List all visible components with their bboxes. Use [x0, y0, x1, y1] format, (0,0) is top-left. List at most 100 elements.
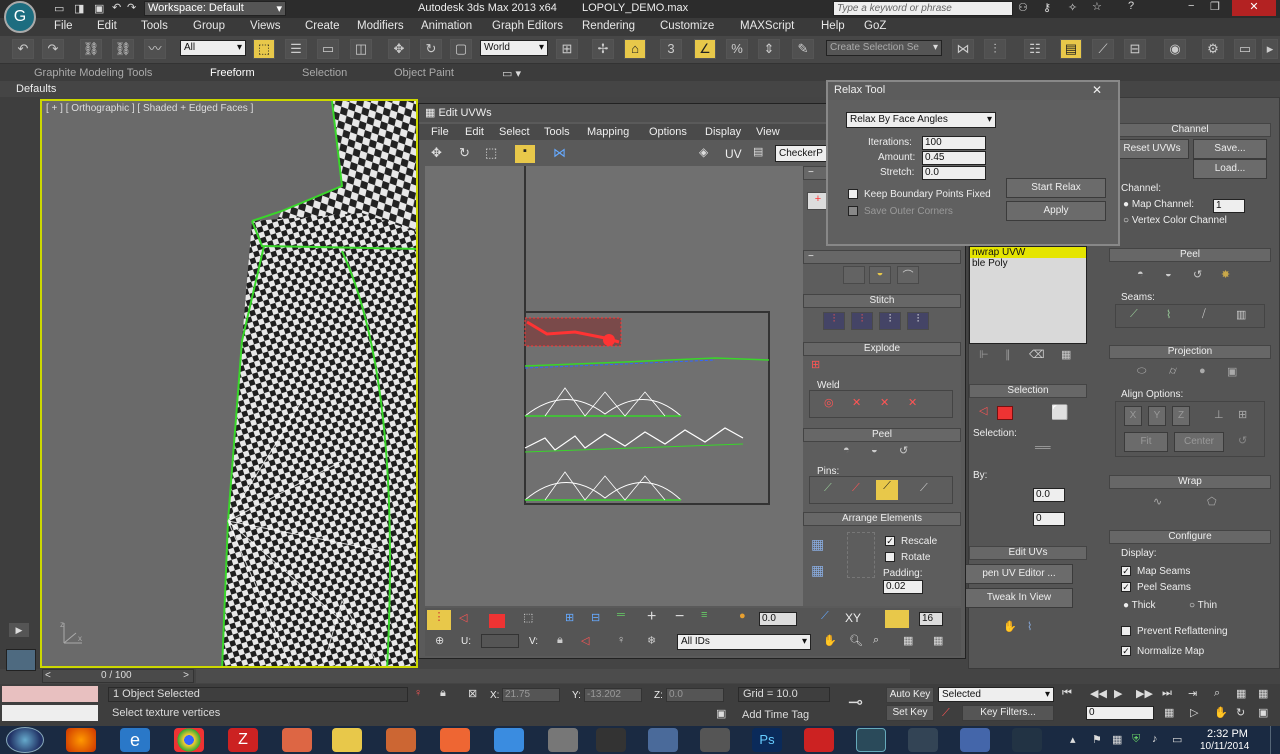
app-monitor-icon[interactable]	[648, 728, 678, 752]
id-filter-dropdown[interactable]: All IDs ▾	[677, 634, 811, 650]
uv-peel-header[interactable]: Peel	[803, 428, 961, 442]
keep-boundary-checkbox[interactable]	[848, 189, 858, 199]
explode-header[interactable]: Explode	[803, 342, 961, 356]
maxscript-mini-listener[interactable]	[2, 686, 98, 702]
break-icon[interactable]: ⊞	[811, 358, 820, 371]
pelt-map-icon[interactable]: ✸	[1221, 268, 1243, 286]
vertex-mode-icon[interactable]: ⋮	[427, 610, 451, 630]
app-orange-icon[interactable]	[440, 728, 470, 752]
uv-coord-label[interactable]: UV	[725, 147, 742, 161]
face-mode-icon[interactable]	[489, 614, 505, 628]
app-figure-icon[interactable]	[700, 728, 730, 752]
percent-snap-icon[interactable]: %	[726, 39, 748, 59]
remove-modifier-icon[interactable]: ⌫	[1029, 348, 1045, 361]
rotate-icon[interactable]: ↻	[420, 39, 442, 59]
stitch-custom-icon[interactable]: ⫶	[907, 312, 929, 330]
box-map-icon[interactable]: ▣	[1227, 365, 1237, 378]
angle-snap-icon[interactable]: ∠	[694, 39, 716, 59]
tray-battery-icon[interactable]: ▭	[1172, 733, 1182, 746]
bulb-icon[interactable]: ♀	[617, 634, 625, 646]
app-swirl-2-icon[interactable]	[908, 728, 938, 752]
stitch-to-source-icon[interactable]: ⫶	[879, 312, 901, 330]
menu-group[interactable]: Group	[193, 20, 225, 32]
show-desktop-button[interactable]	[1270, 726, 1280, 754]
uv-rotate-icon[interactable]: ↻	[459, 145, 470, 161]
peel-rollout-header[interactable]: Peel	[1109, 248, 1271, 262]
arrange-header[interactable]: Arrange Elements	[803, 512, 961, 526]
photoshop-icon[interactable]: Ps	[752, 728, 782, 752]
modifier-stack[interactable]: nwrap UVW ble Poly	[969, 246, 1087, 344]
save-corners-checkbox[interactable]	[848, 206, 858, 216]
3dsmax-taskbar-icon[interactable]	[856, 728, 886, 752]
center-button[interactable]: Center	[1174, 432, 1224, 452]
menu-animation[interactable]: Animation	[421, 20, 472, 32]
channel-rollout-header[interactable]: Channel	[1109, 123, 1271, 137]
cylindrical-map-icon[interactable]: ⌭	[1169, 365, 1177, 378]
prev-key-icon[interactable]: ◀◀	[1090, 687, 1107, 700]
pin-stack-icon[interactable]: ⊩	[979, 348, 989, 361]
uv-scale-icon[interactable]: ⬚	[485, 145, 497, 161]
padding-spinner[interactable]: 0.02	[883, 580, 923, 594]
play-viewport-icon[interactable]: ▶	[9, 623, 29, 637]
redo-icon[interactable]: ↷	[42, 39, 64, 59]
dropbox-icon[interactable]	[494, 728, 524, 752]
filezilla-icon[interactable]: Z	[228, 728, 258, 752]
time-tag-icon[interactable]: ▣	[716, 707, 726, 720]
uv-menu-view[interactable]: View	[756, 126, 780, 138]
add-time-tag[interactable]: Add Time Tag	[742, 709, 809, 721]
edge-dist-icon[interactable]: ⟋	[821, 610, 829, 623]
rendered-frame-icon[interactable]: ▭	[1234, 39, 1256, 59]
menu-rendering[interactable]: Rendering	[582, 20, 635, 32]
transform-type-icon[interactable]: ⊕	[435, 634, 444, 647]
menu-help[interactable]: Help	[821, 20, 845, 32]
soft-select-spinner[interactable]: 0.0	[759, 612, 797, 626]
start-button-icon[interactable]	[6, 727, 44, 753]
schematic-view-icon[interactable]: ⊟	[1124, 39, 1146, 59]
flatten-icon[interactable]: ⌒	[897, 266, 919, 284]
rect-selection-icon[interactable]: ▭	[317, 39, 339, 59]
next-frame-icon[interactable]: >	[183, 670, 189, 681]
key-mode-icon[interactable]: ⟋	[942, 707, 950, 720]
reset-projection-icon[interactable]: ↺	[1238, 434, 1247, 447]
weld-selected-icon[interactable]: ✕	[852, 396, 861, 409]
undo-quick-icon[interactable]: ↶	[112, 1, 121, 14]
menu-modifiers[interactable]: Modifiers	[357, 20, 404, 32]
pin-icon[interactable]: ⟋	[824, 482, 832, 495]
uv-menu-tools[interactable]: Tools	[544, 126, 570, 138]
app-eye-icon[interactable]	[1012, 728, 1042, 752]
loop-icon[interactable]: ═	[617, 609, 625, 621]
graphite-toggle-icon[interactable]: ▤	[1060, 39, 1082, 59]
vertex-color-radio[interactable]: ○ Vertex Color Channel	[1123, 215, 1227, 226]
zoom-icon[interactable]: 🔍︎	[849, 634, 863, 647]
best-align-icon[interactable]: ⊞	[1238, 408, 1247, 421]
layer-manager-icon[interactable]: ☷	[1024, 39, 1046, 59]
explorer-icon[interactable]	[332, 728, 362, 752]
tray-network-icon[interactable]: ▦	[1112, 733, 1122, 746]
uv-menu-select[interactable]: Select	[499, 126, 530, 138]
key-selection-dropdown[interactable]: Selected ▾	[938, 687, 1054, 702]
stack-item-editable-poly[interactable]: ble Poly	[970, 258, 1086, 269]
pan-icon[interactable]: ✋	[823, 634, 837, 647]
edit-named-selection-icon[interactable]: ✎	[792, 39, 814, 59]
clock-date[interactable]: 10/11/2014	[1200, 741, 1249, 752]
window-crossing-icon[interactable]: ◫	[350, 39, 372, 59]
mirror-icon[interactable]: ⋈	[952, 39, 974, 59]
rescale-checkbox[interactable]: ✓	[885, 536, 895, 546]
weld-all-icon[interactable]: ✕	[880, 396, 889, 409]
undo-icon[interactable]: ↶	[12, 39, 34, 59]
menu-graph-editors[interactable]: Graph Editors	[492, 20, 563, 32]
curve-editor-icon[interactable]: ⟋	[1092, 39, 1114, 59]
uv-menu-display[interactable]: Display	[705, 126, 741, 138]
tray-arrow-icon[interactable]: ▴	[1070, 733, 1076, 746]
uv-reset-peel-icon[interactable]: ↺	[899, 444, 908, 457]
prev-frame-icon[interactable]: <	[45, 670, 51, 681]
render-icon[interactable]: ▸	[1262, 39, 1278, 59]
redo-quick-icon[interactable]: ↷	[127, 1, 136, 14]
spline-map-icon[interactable]: ∿	[1153, 495, 1162, 508]
move-icon[interactable]: ✥	[388, 39, 410, 59]
ribbon-tab-selection[interactable]: Selection	[302, 67, 347, 79]
grow-icon[interactable]: ⊞	[565, 611, 574, 624]
soft-select-icon[interactable]: ●	[739, 610, 746, 622]
maxscript-listener-icon[interactable]	[6, 649, 36, 671]
maxscript-mini-listener-2[interactable]	[2, 705, 98, 721]
